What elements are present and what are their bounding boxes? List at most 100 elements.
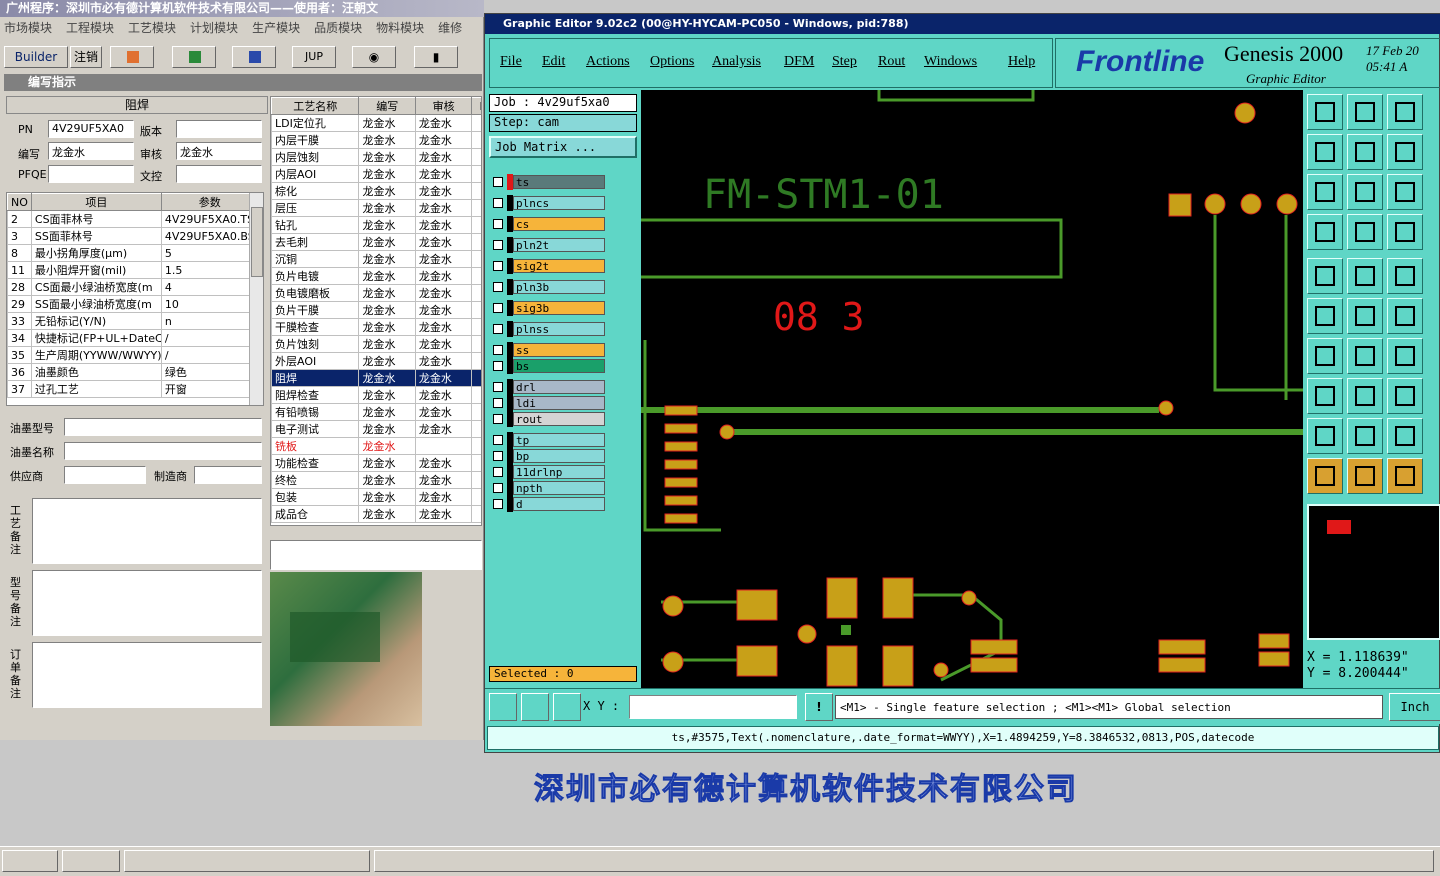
left-menu-item[interactable]: 工艺模块 [128,19,176,36]
layer-checkbox[interactable] [493,451,503,461]
genesis-menu-item[interactable]: Windows [924,54,977,70]
taskbar-slot-4[interactable] [374,850,1434,872]
version-field[interactable] [176,120,262,138]
line-icon[interactable] [1307,338,1343,374]
layer-row[interactable]: bs [489,358,607,374]
params-row[interactable]: 35 生产周期(YYWW/WWYY) / [7,346,259,364]
route-icon[interactable] [1387,298,1423,334]
process-row[interactable]: 内层干膜 龙金水 龙金水 [271,131,481,149]
params-row[interactable]: 34 快捷标记(FP+UL+DateCo / [7,329,259,347]
home-icon[interactable] [1387,94,1423,130]
draw-icon[interactable] [1347,258,1383,294]
genesis-menu-item[interactable]: Actions [586,54,630,70]
process-row[interactable]: 沉铜 龙金水 龙金水 [271,250,481,268]
undo-icon[interactable] [1387,338,1423,374]
grid-icon[interactable] [553,693,581,721]
params-row[interactable]: 3 SS面菲林号 4V29UF5XA0.BS [7,227,259,245]
layer-row[interactable]: drl [489,379,607,395]
rotate-icon[interactable] [1387,134,1423,170]
snap-icon[interactable] [521,693,549,721]
process-row[interactable]: 成品仓 龙金水 龙金水 [271,505,481,523]
alert-icon[interactable]: ! [805,693,833,721]
process-row[interactable]: 钻孔 龙金水 龙金水 [271,216,481,234]
builder-button[interactable]: Builder [4,46,68,68]
maker-select[interactable] [194,466,262,484]
text3-icon[interactable] [1387,418,1423,454]
zoom-fit-icon[interactable] [489,693,517,721]
process-row[interactable]: 终检 龙金水 龙金水 [271,471,481,489]
import-icon[interactable] [1347,134,1383,170]
process-row[interactable]: 负片干膜 龙金水 龙金水 [271,301,481,319]
select-icon[interactable] [1347,458,1383,494]
genesis-menu-item[interactable]: Rout [878,54,905,70]
writer-field[interactable]: 龙金水 [48,142,134,160]
layer-checkbox[interactable] [493,398,503,408]
layer-row[interactable]: tp [489,432,607,448]
note-field[interactable] [32,498,262,564]
pfqe-field[interactable] [48,165,134,183]
layer-checkbox[interactable] [493,467,503,477]
save-icon[interactable] [1347,94,1383,130]
layer-row[interactable]: ss [489,342,607,358]
layer-row[interactable]: 11drlnp [489,464,607,480]
params-row[interactable]: 2 CS面菲林号 4V29UF5XA0.TS [7,210,259,228]
process-row[interactable]: 负片电镀 龙金水 龙金水 [271,267,481,285]
params-row[interactable]: 11 最小阻焊开窗(mil) 1.5 [7,261,259,279]
process-header[interactable]: 审核 [414,97,473,115]
pointer-icon[interactable] [1307,458,1343,494]
process-row[interactable]: 有铅喷锡 龙金水 龙金水 [271,403,481,421]
layer-checkbox[interactable] [493,324,503,334]
pcb-canvas[interactable]: FM-STM1-01 08 3 [641,90,1303,688]
taskbar-slot-2[interactable] [62,850,120,872]
process-row[interactable]: 负电镀磨板 龙金水 龙金水 [271,284,481,302]
layer-row[interactable]: sig2t [489,258,607,274]
params-header[interactable]: 项目 [30,193,162,211]
note-field[interactable] [32,570,262,636]
layer-row[interactable]: plnss [489,321,607,337]
genesis-menu-item[interactable]: Step [832,54,857,70]
ruler-icon[interactable] [1387,258,1423,294]
layer-row[interactable]: rout [489,411,607,427]
taskbar-slot-3[interactable] [124,850,370,872]
layers-icon[interactable] [1387,214,1423,250]
dimension-icon[interactable] [1347,378,1383,414]
left-menu-item[interactable]: 维修 [438,19,462,36]
layer-checkbox[interactable] [493,198,503,208]
process-header[interactable]: 编写 [358,97,416,115]
text2-icon[interactable] [1347,418,1383,454]
layer-checkbox[interactable] [493,303,503,313]
process-row[interactable]: 层压 龙金水 龙金水 [271,199,481,217]
lasso-icon[interactable] [1387,458,1423,494]
left-menu-item[interactable]: 生产模块 [252,19,300,36]
genesis-menu-item[interactable]: Analysis [712,54,761,70]
word-icon[interactable] [232,46,276,68]
layer-row[interactable]: ts [489,174,607,190]
genesis-menu-item[interactable]: File [500,54,522,70]
scale-icon[interactable] [1387,174,1423,210]
delete-icon[interactable] [1347,298,1383,334]
doc-field[interactable] [176,165,262,183]
measure-icon[interactable] [1307,378,1343,414]
process-row[interactable]: 功能检查 龙金水 龙金水 [271,454,481,472]
layer-row[interactable]: d [489,496,607,512]
genesis-menu-item[interactable]: DFM [784,54,814,70]
powerpoint-icon[interactable] [110,46,154,68]
genesis-menu-item[interactable]: Options [650,54,694,70]
params-row[interactable]: 29 SS面最小绿油桥宽度(m 10 [7,295,259,313]
grid-icon[interactable] [1347,214,1383,250]
pn-field[interactable]: 4V29UF5XA0 [48,120,134,138]
process-row[interactable]: 铣板 龙金水 [271,437,481,455]
layer-row[interactable]: cs [489,216,607,232]
logout-button[interactable]: 注销 [70,46,102,68]
layer-checkbox[interactable] [493,483,503,493]
process-header[interactable]: PP [471,97,481,115]
genesis-menu-item[interactable]: Help [1008,54,1035,70]
layer-checkbox[interactable] [493,345,503,355]
params-row[interactable]: 36 油墨颜色 绿色 [7,363,259,381]
process-row[interactable]: 外层AOI 龙金水 龙金水 [271,352,481,370]
params-row[interactable]: 33 无铅标记(Y/N) n [7,312,259,330]
layer-row[interactable]: bp [489,448,607,464]
layer-checkbox[interactable] [493,219,503,229]
params-header[interactable]: NO [7,193,32,211]
process-input[interactable] [270,540,482,570]
